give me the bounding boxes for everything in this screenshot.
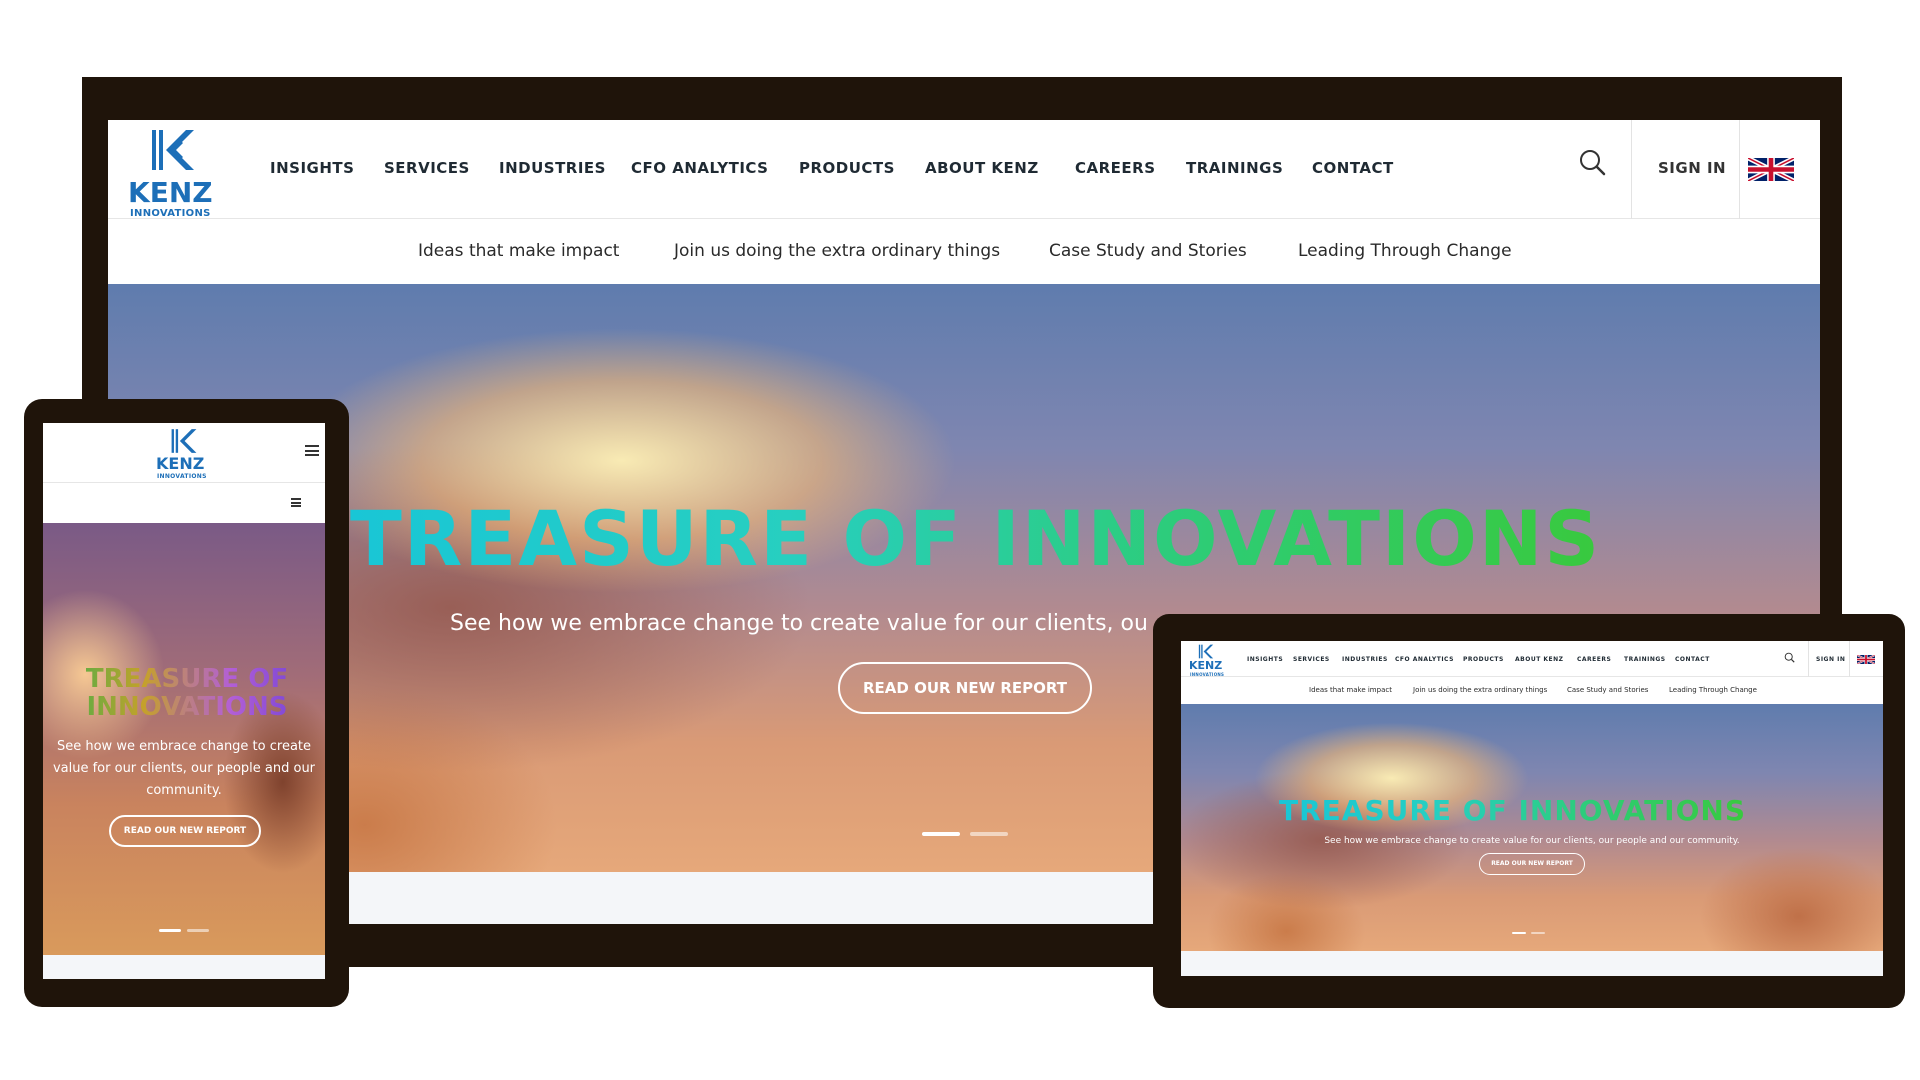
hamburger-icon[interactable] (305, 445, 319, 456)
hero-title-word: INNOVATIONS (86, 692, 288, 722)
nav-products[interactable]: PRODUCTS (799, 159, 895, 177)
hero-subtitle-line: See how we embrace change to create (56, 739, 312, 754)
hero-subtitle-line: community. (146, 783, 222, 798)
hero-subtitle-line: value for our clients, our people and ou… (52, 761, 316, 776)
header-divider (1808, 641, 1809, 677)
slider-dot[interactable] (1531, 932, 1545, 934)
hero-title-word: OF (1462, 794, 1508, 827)
mobile-hero: TREASURE OF INNOVATIONS See how we embra… (43, 523, 325, 955)
hero-title-word: TREASURE (350, 494, 814, 583)
read-report-button[interactable]: READ OUR NEW REPORT (838, 662, 1092, 714)
hero-title-word: INNOVATIONS (991, 494, 1602, 583)
logo-tagline: INNOVATIONS (157, 473, 207, 480)
hero-title-word: INNOVATIONS (1518, 794, 1747, 827)
desktop-header: KENZ INNOVATIONS INSIGHTS SERVICES INDUS… (108, 120, 1820, 219)
nav-trainings[interactable]: TRAININGS (1624, 656, 1666, 663)
header-divider (1739, 120, 1740, 219)
subnav-join-us[interactable]: Join us doing the extra ordinary things (674, 241, 1000, 261)
search-icon[interactable] (1578, 148, 1606, 176)
read-report-button[interactable]: READ OUR NEW REPORT (1479, 853, 1585, 875)
subnav-leading-change[interactable]: Leading Through Change (1298, 241, 1512, 261)
logo-wordmark: KENZ (156, 454, 205, 473)
header-divider (1631, 120, 1632, 219)
hero-title-word: OF (248, 664, 289, 694)
nav-cfo-analytics[interactable]: CFO ANALYTICS (1395, 656, 1454, 663)
tablet-below-fold (1181, 951, 1883, 976)
slider-dot-active[interactable] (922, 832, 960, 836)
subnav-join-us[interactable]: Join us doing the extra ordinary things (1413, 686, 1547, 694)
subnav-ideas[interactable]: Ideas that make impact (418, 241, 619, 261)
hamburger-icon[interactable] (291, 498, 301, 507)
read-report-button[interactable]: READ OUR NEW REPORT (109, 815, 261, 847)
subnav-case-study[interactable]: Case Study and Stories (1049, 241, 1247, 261)
nav-contact[interactable]: CONTACT (1312, 159, 1394, 177)
kenz-logo-icon (152, 130, 194, 170)
mobile-header: KENZ INNOVATIONS (43, 423, 325, 483)
desktop-subnav: Ideas that make impact Join us doing the… (108, 219, 1820, 284)
nav-industries[interactable]: INDUSTRIES (499, 159, 606, 177)
sign-in-link[interactable]: SIGN IN (1816, 656, 1845, 663)
nav-products[interactable]: PRODUCTS (1463, 656, 1504, 663)
mobile-subbar (43, 483, 325, 523)
nav-contact[interactable]: CONTACT (1675, 656, 1710, 663)
hero-subtitle: See how we embrace change to create valu… (1324, 836, 1740, 846)
subnav-leading-change[interactable]: Leading Through Change (1669, 686, 1757, 694)
hero-title: TREASURE OF INNOVATIONS (57, 665, 317, 721)
desktop-logo[interactable]: KENZ INNOVATIONS (128, 128, 228, 219)
tablet-subnav: Ideas that make impact Join us doing the… (1181, 677, 1883, 704)
nav-about-kenz[interactable]: ABOUT KENZ (1515, 656, 1564, 663)
slider-dot-active[interactable] (1512, 932, 1526, 934)
slider-dot[interactable] (187, 929, 209, 932)
logo-tagline: INNOVATIONS (130, 208, 211, 219)
nav-services[interactable]: SERVICES (1293, 656, 1330, 663)
kenz-logo-icon (1198, 644, 1214, 659)
subnav-case-study[interactable]: Case Study and Stories (1567, 686, 1648, 694)
hero-title-word: TREASURE (85, 664, 240, 694)
sign-in-link[interactable]: SIGN IN (1658, 159, 1726, 177)
logo-wordmark: KENZ (1189, 659, 1223, 672)
hero-title: TREASURE OF INNOVATIONS (1279, 794, 1746, 827)
nav-services[interactable]: SERVICES (384, 159, 470, 177)
uk-flag-icon[interactable] (1857, 655, 1875, 664)
nav-insights[interactable]: INSIGHTS (1247, 656, 1283, 663)
slider-dot[interactable] (970, 832, 1008, 836)
nav-about-kenz[interactable]: ABOUT KENZ (925, 159, 1039, 177)
nav-careers[interactable]: CAREERS (1577, 656, 1611, 663)
search-icon[interactable] (1784, 652, 1795, 663)
tablet-screen: KENZ INNOVATIONS INSIGHTS SERVICES INDUS… (1181, 641, 1883, 976)
nav-careers[interactable]: CAREERS (1075, 159, 1156, 177)
hero-subtitle: See how we embrace change to create valu… (450, 611, 1148, 636)
logo-wordmark: KENZ (128, 176, 213, 209)
mobile-screen: KENZ INNOVATIONS TREASURE OF INNOVATIONS… (43, 423, 325, 979)
slider-dot-active[interactable] (159, 929, 181, 932)
tablet-hero: TREASURE OF INNOVATIONS See how we embra… (1181, 704, 1883, 951)
hero-title-word: OF (842, 494, 963, 583)
header-divider (1849, 641, 1850, 677)
subnav-ideas[interactable]: Ideas that make impact (1309, 686, 1392, 694)
nav-cfo-analytics[interactable]: CFO ANALYTICS (631, 159, 769, 177)
kenz-logo-icon (171, 429, 197, 453)
uk-flag-icon[interactable] (1748, 158, 1794, 181)
nav-trainings[interactable]: TRAININGS (1186, 159, 1283, 177)
hero-title: TREASURE OF INNOVATIONS (350, 494, 1601, 583)
mobile-below-fold (43, 955, 325, 979)
hero-title-word: TREASURE (1279, 794, 1453, 827)
nav-insights[interactable]: INSIGHTS (270, 159, 354, 177)
nav-industries[interactable]: INDUSTRIES (1342, 656, 1388, 663)
tablet-header: KENZ INNOVATIONS INSIGHTS SERVICES INDUS… (1181, 641, 1883, 677)
